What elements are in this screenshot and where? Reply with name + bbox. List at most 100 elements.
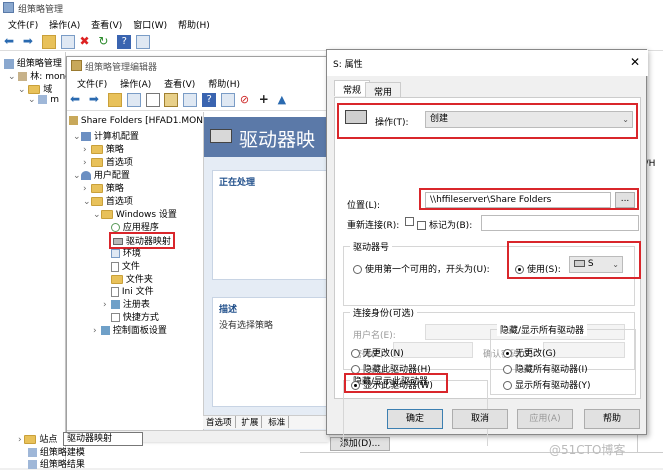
tab-preferences[interactable]: 首选项 xyxy=(203,416,236,428)
editor-menu-action[interactable]: 操作(A) xyxy=(120,77,151,90)
stop-icon[interactable]: ⊘ xyxy=(240,93,254,107)
up-icon[interactable]: ▲ xyxy=(278,93,292,107)
paste-icon[interactable] xyxy=(164,93,179,107)
folder-icon xyxy=(28,85,41,94)
tree-item-forest[interactable]: ⌄ 林: mone xyxy=(8,69,71,82)
show-drive-radio[interactable]: 显示此驱动器(W) xyxy=(351,378,433,391)
folder-icon xyxy=(91,158,103,167)
help-icon[interactable]: ? xyxy=(117,35,132,49)
tree-item-policies-2[interactable]: › 策略 xyxy=(83,181,124,194)
editor-menu-help[interactable]: 帮助(H) xyxy=(208,77,240,90)
properties-icon[interactable] xyxy=(221,93,235,107)
label-as-input[interactable] xyxy=(481,215,639,231)
editor-tabs: 首选项 扩展 标准 xyxy=(203,415,329,429)
back-arrow-icon[interactable]: ⬅ xyxy=(4,35,18,49)
tree-item-shortcuts[interactable]: 快捷方式 xyxy=(111,310,159,323)
forward-arrow-icon[interactable]: ➡ xyxy=(23,35,37,49)
tree-item-environment[interactable]: 环境 xyxy=(111,246,141,259)
add-icon[interactable]: + xyxy=(259,93,273,107)
gpmc-app-icon xyxy=(3,2,14,13)
browse-button[interactable]: ... xyxy=(615,192,635,208)
show-hide-tree-icon[interactable] xyxy=(126,93,141,107)
gpmc-menu-help[interactable]: 帮助(H) xyxy=(178,18,210,31)
forward-arrow-icon[interactable]: ➡ xyxy=(89,93,103,107)
tree-item-registry[interactable]: › 注册表 xyxy=(103,297,150,310)
tree-item-control-panel[interactable]: › 控制面板设置 xyxy=(93,323,167,336)
tree-label: 文件 xyxy=(121,262,140,272)
folder-icon xyxy=(111,275,123,284)
chevron-down-icon: ⌄ xyxy=(93,210,101,220)
use-first-available-radio[interactable]: 使用第一个可用的，开头为(U): xyxy=(353,262,490,275)
password-input[interactable] xyxy=(393,342,473,358)
tree-item-gpmc-root[interactable]: 组策略管理 xyxy=(4,56,62,69)
tree-item-user-config[interactable]: ⌄ 用户配置 xyxy=(73,168,130,181)
export-icon[interactable] xyxy=(183,93,198,107)
computer-icon xyxy=(81,132,91,141)
tab-common[interactable]: 常用 xyxy=(365,82,402,98)
show-hide-tree-icon[interactable] xyxy=(60,35,75,49)
tree-item-sites[interactable]: › 站点 xyxy=(18,432,57,445)
tab-standard[interactable]: 标准 xyxy=(265,416,290,428)
tree-label: m xyxy=(50,95,60,105)
tree-item-domain[interactable]: ⌄ m xyxy=(28,95,59,105)
close-icon[interactable]: ✕ xyxy=(630,55,640,69)
action-select[interactable]: 创建 ⌄ xyxy=(425,111,633,128)
apply-button[interactable]: 应用(A) xyxy=(517,409,573,429)
tab-extended[interactable]: 扩展 xyxy=(238,416,263,428)
dialog-title: S: 属性 xyxy=(333,60,363,70)
back-arrow-icon[interactable]: ⬅ xyxy=(70,93,84,107)
tree-item-domains[interactable]: ⌄ 域 xyxy=(18,82,52,95)
processing-panel: 正在处理 xyxy=(212,170,332,280)
editor-menu-file[interactable]: 文件(F) xyxy=(77,77,107,90)
ok-button[interactable]: 确定 xyxy=(387,409,443,429)
properties-icon[interactable] xyxy=(136,35,151,49)
tree-item-preferences-2[interactable]: ⌄ 首选项 xyxy=(83,194,133,207)
drive-header-icon xyxy=(210,129,232,143)
location-input[interactable]: \\hffileserver\Share Folders xyxy=(425,192,611,208)
chevron-down-icon: ⌄ xyxy=(28,95,36,105)
gpmc-menu-view[interactable]: 查看(V) xyxy=(91,18,122,31)
copy-icon[interactable] xyxy=(145,93,160,107)
up-folder-icon[interactable] xyxy=(107,93,122,107)
tree-item-computer-config[interactable]: ⌄ 计算机配置 xyxy=(73,129,139,142)
cancel-button[interactable]: 取消 xyxy=(452,409,508,429)
gpo-editor-window: 组策略管理编辑器 文件(F) 操作(A) 查看(V) 帮助(H) ⬅ ➡ ? ⊘… xyxy=(66,56,332,442)
show-all-radio[interactable]: 显示所有驱动器(Y) xyxy=(503,378,591,391)
gpmc-menu-action[interactable]: 操作(A) xyxy=(49,18,80,31)
use-drive-radio[interactable]: 使用(S): xyxy=(515,262,561,275)
delete-icon[interactable]: ✖ xyxy=(80,35,94,49)
environment-icon xyxy=(111,249,120,258)
tree-item-windows-settings[interactable]: ⌄ Windows 设置 xyxy=(93,207,177,220)
tree-item-files[interactable]: 文件 xyxy=(111,259,140,272)
use-label: 使用(S): xyxy=(527,265,561,275)
refresh-icon[interactable]: ↻ xyxy=(98,35,112,49)
label-as-checkbox[interactable]: 标记为(B): xyxy=(417,218,472,231)
tree-label: 策略 xyxy=(105,184,124,194)
ini-file-icon xyxy=(111,286,119,297)
gpmc-menu-file[interactable]: 文件(F) xyxy=(8,18,38,31)
tree-item-gpo-root[interactable]: Share Folders [HFAD1.MONE.C xyxy=(69,116,218,126)
hide-all-radio[interactable]: 隐藏所有驱动器(I) xyxy=(503,362,588,375)
reconnect-label: 重新连接(R): xyxy=(347,221,400,231)
help-icon[interactable]: ? xyxy=(202,93,217,107)
show-drive-label: 显示此驱动器(W) xyxy=(363,381,433,391)
no-change-radio[interactable]: 无更改(N) xyxy=(351,346,404,359)
chevron-right-icon: › xyxy=(18,435,22,445)
up-folder-icon[interactable] xyxy=(41,35,56,49)
gpmc-menu-window[interactable]: 窗口(W) xyxy=(133,18,167,31)
tree-label: 计算机配置 xyxy=(93,132,139,142)
reconnect-checkbox[interactable] xyxy=(405,217,417,227)
no-change-all-radio[interactable]: 无更改(G) xyxy=(503,346,556,359)
tree-item-preferences-1[interactable]: › 首选项 xyxy=(83,155,133,168)
drive-letter-value: S xyxy=(587,259,594,269)
tree-item-policies-1[interactable]: › 策略 xyxy=(83,142,124,155)
action-value: 创建 xyxy=(430,114,449,124)
help-button[interactable]: 帮助 xyxy=(584,409,640,429)
tree-item-ini-files[interactable]: Ini 文件 xyxy=(111,284,154,297)
editor-titlebar: 组策略管理编辑器 xyxy=(67,57,329,75)
tree-label: 控制面板设置 xyxy=(112,326,167,336)
drive-letter-select[interactable]: S ⌄ xyxy=(569,256,623,273)
tree-item-results[interactable]: 组策略结果 xyxy=(28,457,85,470)
editor-app-icon xyxy=(71,60,82,71)
editor-menu-view[interactable]: 查看(V) xyxy=(164,77,195,90)
